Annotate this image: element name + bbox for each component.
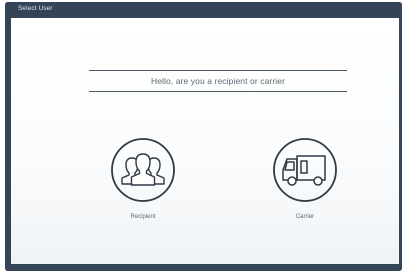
app-window: Select User Hello, are you a recipient o… <box>5 2 402 271</box>
title-bar: Select User <box>5 2 402 18</box>
group-of-people-icon <box>111 138 175 202</box>
select-user-screen: Hello, are you a recipient or carrier Re… <box>11 18 399 264</box>
prompt-banner: Hello, are you a recipient or carrier <box>89 70 347 92</box>
recipient-label: Recipient <box>130 214 156 220</box>
delivery-truck-icon <box>273 138 337 202</box>
bottom-bar <box>5 264 402 271</box>
recipient-option[interactable]: Recipient <box>103 130 183 220</box>
window-title: Select User <box>18 5 53 12</box>
carrier-option[interactable]: Carrier <box>265 130 345 220</box>
carrier-label: Carrier <box>295 214 315 220</box>
prompt-text: Hello, are you a recipient or carrier <box>150 76 286 86</box>
